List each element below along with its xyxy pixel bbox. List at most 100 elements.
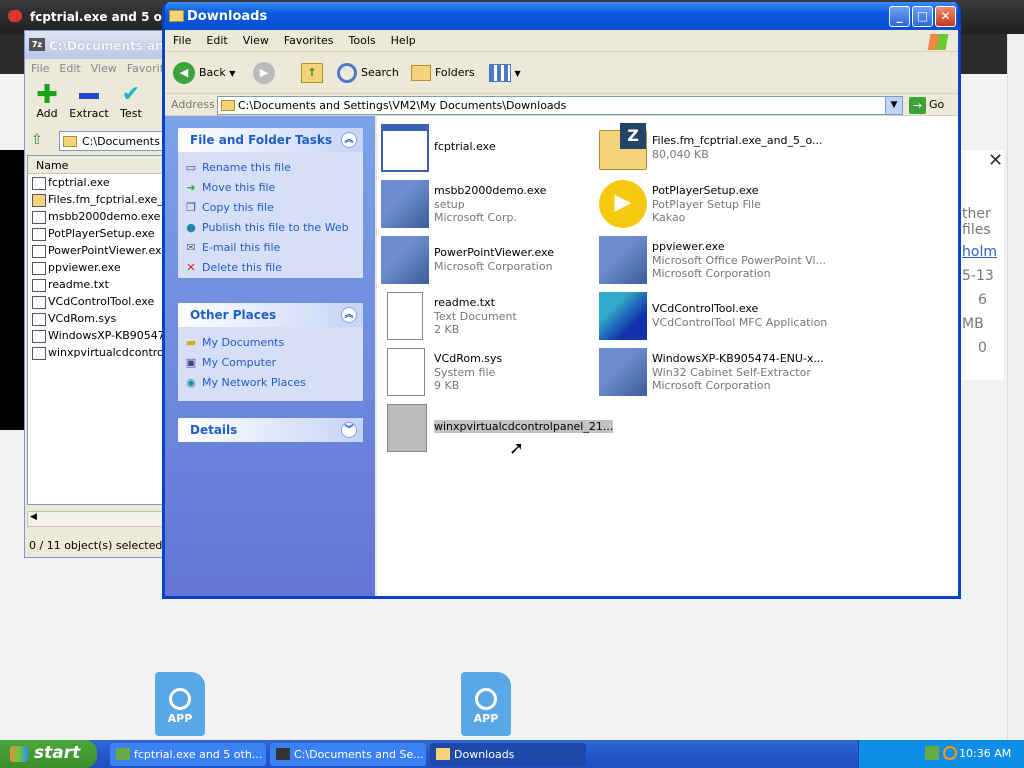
- panel-header[interactable]: File and Folder Tasks ︽: [178, 128, 363, 152]
- back-arrow-icon: ◀: [173, 62, 195, 84]
- column-header-name[interactable]: Name: [28, 156, 169, 174]
- menu-edit[interactable]: Edit: [59, 62, 80, 75]
- file-item[interactable]: WindowsXP-KB905474-ENU-x... Win32 Cabine…: [599, 348, 824, 398]
- file-item[interactable]: ppviewer.exe Microsoft Office PowerPoint…: [599, 236, 826, 286]
- menu-favorites[interactable]: Favorites: [284, 34, 334, 47]
- menu-view[interactable]: View: [243, 34, 269, 47]
- list-item[interactable]: WindowsXP-KB905474-ENU-x86.exe: [32, 329, 168, 346]
- taskbar-item-downloads[interactable]: Downloads: [430, 743, 586, 766]
- text-document-icon: [387, 292, 423, 340]
- app-button[interactable]: APP: [461, 672, 511, 736]
- email-file-link[interactable]: ✉ E-mail this file: [178, 238, 363, 258]
- system-tray: 10:36 AM: [858, 740, 1024, 768]
- back-button[interactable]: ◀ Back ▼: [173, 60, 235, 86]
- chevron-down-icon[interactable]: ▼: [885, 97, 902, 114]
- minimize-button[interactable]: _: [889, 6, 910, 27]
- rename-icon: ▭: [185, 161, 197, 174]
- list-item[interactable]: VCdRom.sys: [32, 312, 168, 329]
- copy-icon: ❐: [186, 201, 196, 214]
- my-network-places-link[interactable]: ◉ My Network Places: [178, 373, 363, 393]
- menu-edit[interactable]: Edit: [206, 34, 227, 47]
- exe-file-icon: [32, 227, 46, 241]
- publish-file-link[interactable]: ● Publish this file to the Web: [178, 218, 363, 238]
- panel-header[interactable]: Details ︾: [178, 418, 363, 442]
- 7zip-address-field[interactable]: C:\Documents and Settings\VM2\My Documen…: [59, 131, 169, 151]
- collapse-icon[interactable]: ︽: [341, 132, 357, 148]
- my-computer-link[interactable]: ▣ My Computer: [178, 353, 363, 373]
- folder-icon: [63, 136, 77, 147]
- forward-button[interactable]: ▶: [253, 60, 279, 86]
- list-item[interactable]: PotPlayerSetup.exe: [32, 227, 168, 244]
- up-folder-icon[interactable]: ⇧: [31, 132, 49, 150]
- file-item-selected[interactable]: winxpvirtualcdcontrolpanel_21...: [381, 404, 614, 454]
- file-item[interactable]: VCdControlTool.exe VCdControlTool MFC Ap…: [599, 292, 827, 342]
- taskbar-item-browser[interactable]: fcptrial.exe and 5 oth...: [110, 743, 266, 766]
- list-item[interactable]: VCdControlTool.exe: [32, 295, 168, 312]
- forward-arrow-icon: ▶: [253, 62, 275, 84]
- setup-icon: [381, 180, 429, 228]
- browser-scrollbar[interactable]: [1007, 34, 1024, 740]
- file-item[interactable]: PowerPointViewer.exe Microsoft Corporati…: [381, 236, 591, 286]
- potplayer-icon: ▶: [599, 180, 647, 228]
- copy-file-link[interactable]: ❐ Copy this file: [178, 198, 363, 218]
- installer-icon: [599, 236, 647, 284]
- file-item[interactable]: readme.txt Text Document 2 KB: [381, 292, 591, 342]
- my-documents-link[interactable]: ▬ My Documents: [178, 333, 363, 353]
- list-item[interactable]: fcptrial.exe: [32, 176, 168, 193]
- file-item[interactable]: Z Files.fm_fcptrial.exe_and_5_o... 80,04…: [599, 123, 823, 174]
- test-button[interactable]: ✔ Test: [111, 83, 151, 121]
- go-button[interactable]: → Go: [907, 96, 944, 114]
- partial-text: 0: [978, 340, 987, 356]
- list-item[interactable]: PowerPointViewer.exe: [32, 244, 168, 261]
- expand-icon[interactable]: ︾: [341, 422, 357, 438]
- views-button[interactable]: ▼: [489, 60, 521, 86]
- delete-file-link[interactable]: ✕ Delete this file: [178, 258, 363, 278]
- search-tray-icon[interactable]: [943, 746, 957, 760]
- file-view[interactable]: fcptrial.exe Z Files.fm_fcptrial.exe_and…: [377, 116, 958, 596]
- move-file-link[interactable]: ➜ Move this file: [178, 178, 363, 198]
- rename-file-link[interactable]: ▭ Rename this file: [178, 158, 363, 178]
- menu-file[interactable]: File: [173, 34, 191, 47]
- close-button[interactable]: ✕: [935, 6, 956, 27]
- other-places-panel: Other Places ︽ ▬ My Documents ▣ My Computer…: [178, 303, 363, 401]
- file-item[interactable]: ▶ PotPlayerSetup.exe PotPlayer Setup Fil…: [599, 180, 809, 230]
- maximize-button[interactable]: □: [912, 6, 933, 27]
- start-button[interactable]: start: [0, 740, 97, 768]
- sys-file-icon: [32, 312, 46, 326]
- horizontal-scrollbar[interactable]: ◀: [27, 511, 168, 527]
- list-item[interactable]: winxpvirtualcdcontrolpanel_21.zip: [32, 346, 168, 363]
- exe-file-icon: [32, 261, 46, 275]
- add-button[interactable]: ✚ Add: [27, 82, 67, 120]
- taskbar-item-7zip[interactable]: C:\Documents and Se...: [270, 743, 426, 766]
- installer-icon: [599, 348, 647, 396]
- explorer-window: Downloads _ □ ✕ File Edit View Favorites Too…: [162, 2, 961, 599]
- close-icon[interactable]: ✕: [988, 150, 1003, 171]
- chevron-down-icon[interactable]: ▼: [229, 69, 235, 78]
- file-item[interactable]: fcptrial.exe: [381, 124, 591, 174]
- folders-button[interactable]: Folders: [411, 60, 475, 86]
- collapse-icon[interactable]: ︽: [341, 307, 357, 323]
- 7zip-file-list[interactable]: Name fcptrial.exe Files.fm_fcptrial.exe_…: [27, 155, 169, 505]
- file-item[interactable]: VCdRom.sys System file 9 KB: [381, 348, 591, 398]
- partial-link[interactable]: holm: [962, 244, 997, 260]
- network-tray-icon[interactable]: [925, 746, 939, 760]
- list-item[interactable]: Files.fm_fcptrial.exe_and_5_other_files.…: [32, 193, 168, 210]
- app-button[interactable]: APP: [155, 672, 205, 736]
- address-field[interactable]: C:\Documents and Settings\VM2\My Documen…: [217, 96, 903, 115]
- menu-help[interactable]: Help: [391, 34, 416, 47]
- scroll-left-icon[interactable]: ◀: [30, 512, 37, 522]
- menu-view[interactable]: View: [91, 62, 117, 75]
- menu-tools[interactable]: Tools: [349, 34, 376, 47]
- list-item[interactable]: readme.txt: [32, 278, 168, 295]
- list-item[interactable]: msbb2000demo.exe: [32, 210, 168, 227]
- search-button[interactable]: Search: [337, 60, 399, 86]
- chevron-down-icon[interactable]: ▼: [515, 69, 521, 78]
- explorer-title-bar[interactable]: Downloads _ □ ✕: [165, 2, 958, 30]
- up-folder-button[interactable]: ↑: [301, 60, 323, 86]
- file-item[interactable]: msbb2000demo.exe setup Microsoft Corp.: [381, 180, 591, 230]
- menu-file[interactable]: File: [31, 62, 49, 75]
- list-item[interactable]: ppviewer.exe: [32, 261, 168, 278]
- 7zip-title-bar[interactable]: 7z C:\Documents and Settings\VM2\My Docu…: [25, 31, 450, 59]
- panel-header[interactable]: Other Places ︽: [178, 303, 363, 327]
- extract-button[interactable]: Extract: [69, 83, 109, 120]
